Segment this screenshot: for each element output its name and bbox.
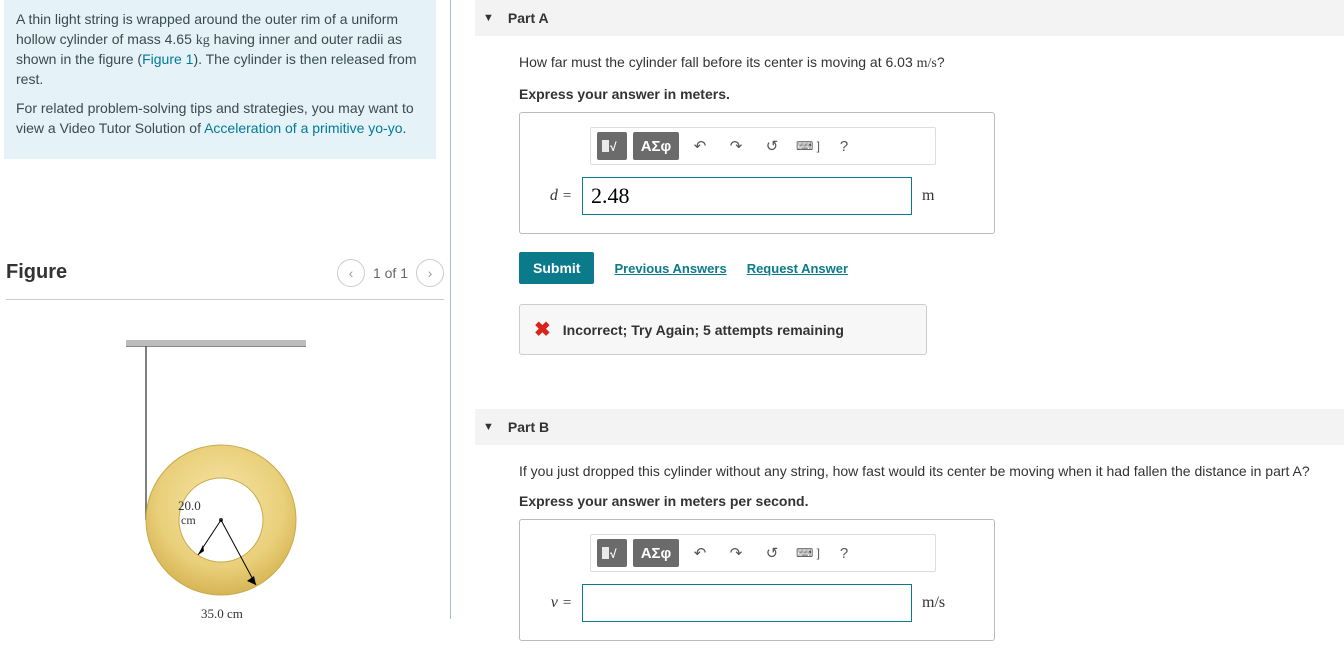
figure-link[interactable]: Figure 1 — [142, 51, 193, 67]
greek-button[interactable]: ΑΣφ — [633, 539, 679, 567]
equation-toolbar: √ ΑΣφ ↶ ↷ ↺ ⌨ ] ? — [590, 127, 936, 165]
reset-button[interactable]: ↺ — [757, 539, 787, 567]
part-a-unit: m — [922, 187, 934, 205]
figure-image: 20.0 cm 35.0 cm — [116, 330, 444, 633]
svg-text:20.0: 20.0 — [178, 498, 201, 513]
feedback-box: ✖ Incorrect; Try Again; 5 attempts remai… — [519, 304, 927, 355]
redo-button[interactable]: ↷ — [721, 132, 751, 160]
help-button[interactable]: ? — [829, 539, 859, 567]
svg-text:√: √ — [610, 547, 617, 561]
svg-text:cm: cm — [181, 513, 196, 527]
part-b-instruction: Express your answer in meters per second… — [519, 493, 1344, 509]
tutor-link[interactable]: Acceleration of a primitive yo-yo — [204, 120, 402, 136]
part-b-prompt: If you just dropped this cylinder withou… — [519, 463, 1344, 479]
undo-button[interactable]: ↶ — [685, 539, 715, 567]
part-b-variable: v — [551, 594, 558, 611]
help-button[interactable]: ? — [829, 132, 859, 160]
caret-down-icon: ▼ — [483, 421, 494, 433]
keyboard-button[interactable]: ⌨ ] — [793, 132, 823, 160]
part-a-title: Part A — [508, 10, 549, 26]
mass-unit: kg — [196, 33, 210, 48]
templates-button[interactable]: √ — [597, 539, 627, 567]
keyboard-button[interactable]: ⌨ ] — [793, 539, 823, 567]
figure-header: Figure ‹ 1 of 1 › — [6, 259, 444, 300]
part-b-answer-box: √ ΑΣφ ↶ ↷ ↺ ⌨ ] ? v = m/s — [519, 519, 995, 641]
part-a-instruction: Express your answer in meters. — [519, 86, 1344, 102]
part-b-header[interactable]: ▼ Part B — [475, 409, 1344, 445]
part-a-header[interactable]: ▼ Part A — [475, 0, 1344, 36]
part-b-unit: m/s — [922, 594, 945, 612]
part-a-prompt: How far must the cylinder fall before it… — [519, 54, 1344, 72]
problem-statement: A thin light string is wrapped around th… — [4, 0, 436, 159]
redo-button[interactable]: ↷ — [721, 539, 751, 567]
figure-heading: Figure — [6, 261, 67, 284]
part-a-answer-box: √ ΑΣφ ↶ ↷ ↺ ⌨ ] ? d = m — [519, 112, 995, 234]
svg-text:35.0 cm: 35.0 cm — [201, 606, 243, 621]
part-b-answer-input[interactable] — [582, 584, 912, 622]
undo-button[interactable]: ↶ — [685, 132, 715, 160]
figure-next-button[interactable]: › — [416, 259, 444, 287]
tips-text-2: . — [403, 120, 407, 136]
figure-prev-button[interactable]: ‹ — [337, 259, 365, 287]
equation-toolbar: √ ΑΣφ ↶ ↷ ↺ ⌨ ] ? — [590, 534, 936, 572]
part-b-title: Part B — [508, 419, 549, 435]
previous-answers-link[interactable]: Previous Answers — [614, 261, 726, 276]
svg-text:√: √ — [610, 140, 617, 154]
figure-pager: 1 of 1 — [373, 265, 408, 281]
part-a-variable: d — [550, 187, 558, 204]
column-divider — [450, 0, 451, 619]
feedback-text: Incorrect; Try Again; 5 attempts remaini… — [563, 322, 844, 338]
caret-down-icon: ▼ — [483, 12, 494, 24]
part-a-answer-input[interactable] — [582, 177, 912, 215]
templates-button[interactable]: √ — [597, 132, 627, 160]
reset-button[interactable]: ↺ — [757, 132, 787, 160]
submit-button[interactable]: Submit — [519, 252, 594, 284]
incorrect-icon: ✖ — [534, 317, 551, 342]
request-answer-link[interactable]: Request Answer — [747, 261, 848, 276]
greek-button[interactable]: ΑΣφ — [633, 132, 679, 160]
